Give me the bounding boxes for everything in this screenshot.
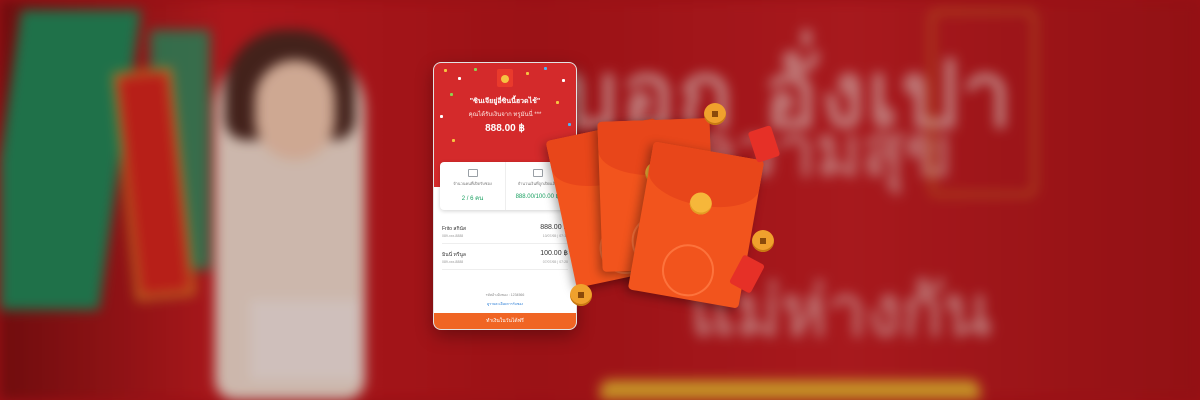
list-item: Frito สกินัส 089-xxx-8888 888.00 ฿ 10/07… [442,223,568,244]
stat-recipients: จำนวนคนที่เปิดรับซอง 2 / 6 คน [440,162,506,210]
red-envelope-icon [497,69,513,87]
stat-value: 2 / 6 คน [461,196,484,202]
stat-label: จำนวนคนที่เปิดรับซอง [453,181,492,186]
claimer-phone: 089-xxx-8888 [442,260,464,264]
gold-coin-icon [570,284,592,306]
claim-time: 10/07/65 | 07:15 [542,234,568,238]
stats-card: จำนวนคนที่เปิดรับซอง 2 / 6 คน จำนวนเงินท… [440,162,570,210]
claimer-name: Frito สกินัส [442,226,466,232]
sender-subtitle: คุณได้รับเงินจาก ทรูมันนี่ *** [468,112,542,118]
cta-button[interactable]: ทำเงินในวันได้ฟรี [434,313,576,329]
wallet-icon [532,169,543,177]
claim-time: 07/07/65 | 07:20 [542,260,568,264]
greeting-title: "ซินเจียยู่อี่ซินนี้ฮวดไช้" [469,98,541,105]
list-item: มินนี่ ทรีนูล 089-xxx-8888 100.00 ฿ 07/0… [442,249,568,270]
details-link[interactable]: ดูรายละเอียดการรับซอง [434,301,576,307]
gold-coin-icon [704,103,726,125]
people-icon [467,169,478,177]
claimer-phone: 089-xxx-8888 [442,234,464,238]
reference-note: รหัสอ้างอิงซอง : 1234566 [485,293,525,297]
received-amount: 888.00 ฿ [485,123,525,134]
claimer-name: มินนี่ ทรีนูล [442,252,466,258]
phone-screen: "ซินเจียยู่อี่ซินนี้ฮวดไช้" คุณได้รับเงิ… [434,63,576,329]
gold-coin-icon [752,230,774,252]
claim-amount: 100.00 ฿ [540,250,568,257]
